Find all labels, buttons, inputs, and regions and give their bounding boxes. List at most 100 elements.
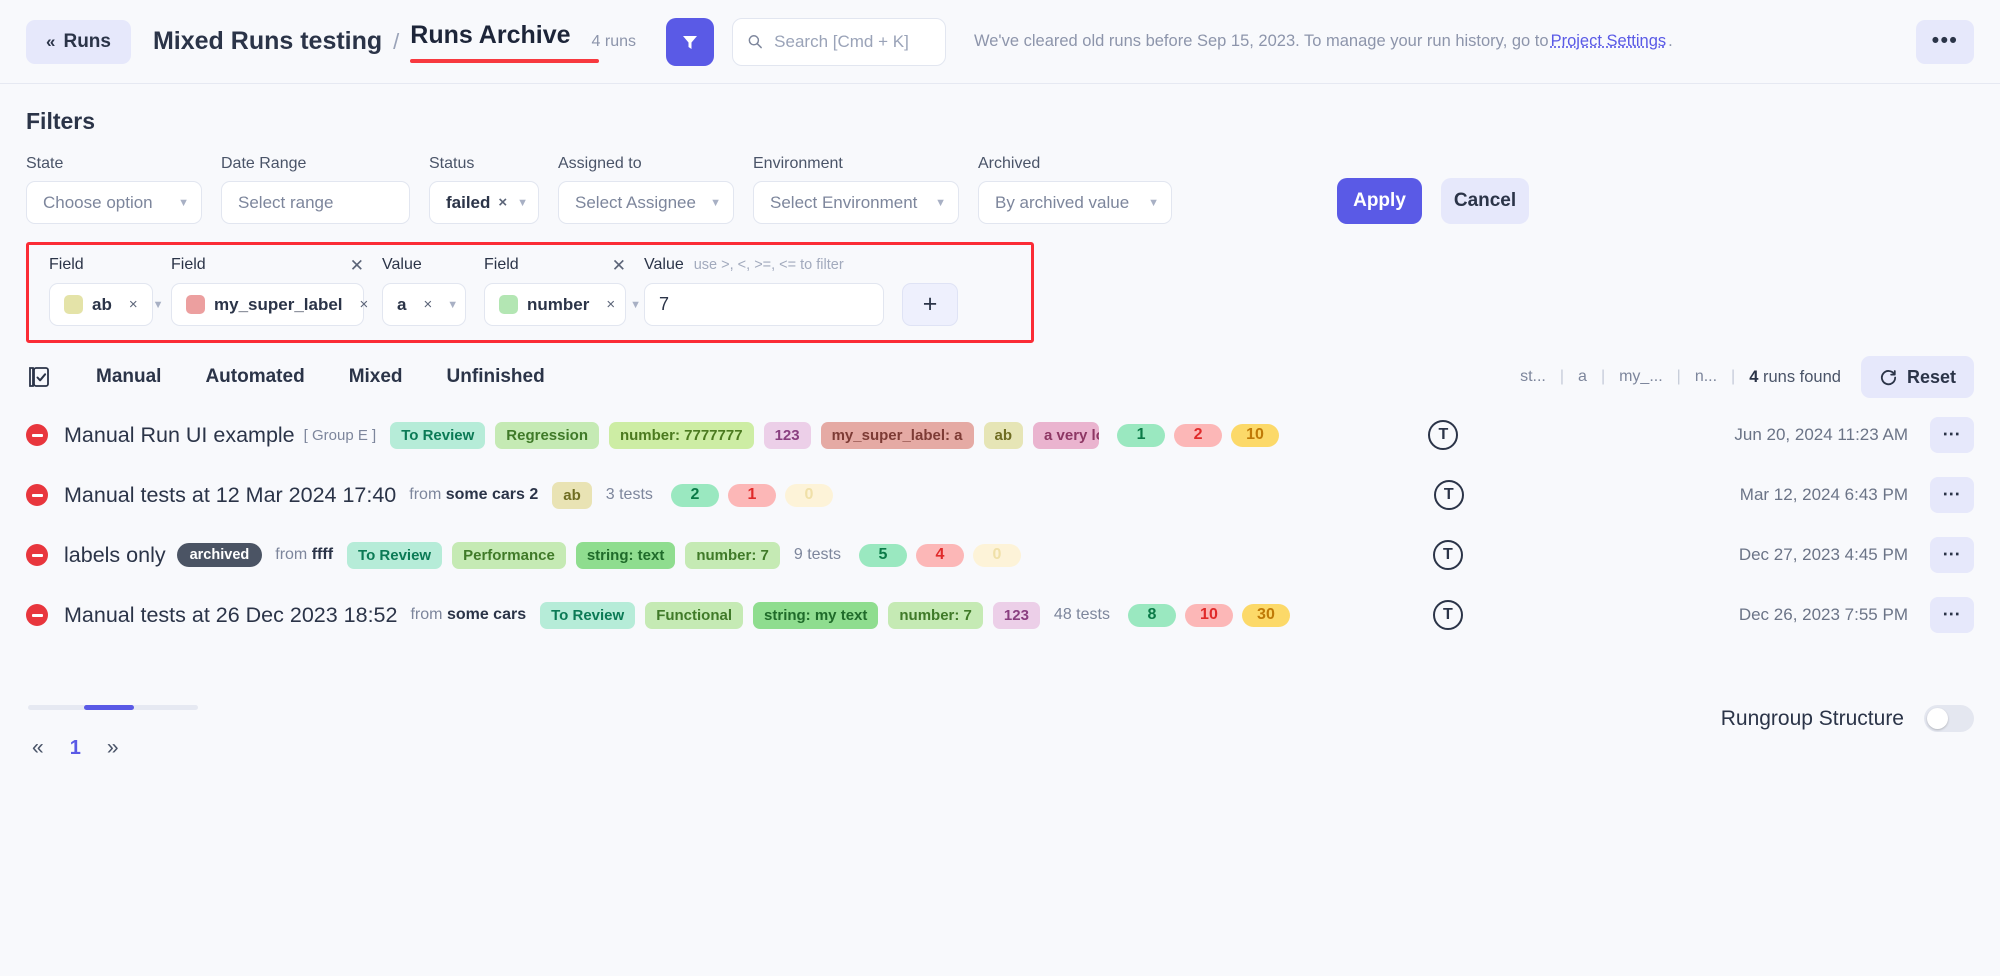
run-row-right: T Jun 20, 2024 11:23 AM ⋯ [1428,417,1974,453]
reset-filters-button[interactable]: Reset [1860,356,1974,398]
label-chip[interactable]: To Review [390,421,486,449]
run-labels: ab [552,481,592,509]
filter-status-select[interactable]: failed × ▼ [429,181,539,224]
runs-tabs-bar: Manual Automated Mixed Unfinished st... … [0,349,2000,405]
tab-manual[interactable]: Manual [74,366,183,388]
custom-filter-0-select[interactable]: ab × ▼ [49,283,164,326]
avatar[interactable]: T [1432,540,1463,570]
run-title[interactable]: labels only [64,543,166,568]
mini-chip-1[interactable]: a [1564,368,1601,386]
label-chip[interactable]: number: 7 [888,601,983,629]
rungroup-structure-toggle[interactable] [1924,705,1974,732]
clear-status-icon[interactable]: × [498,194,507,211]
label-chip[interactable]: a very loooong [1033,421,1100,449]
avatar[interactable]: T [1428,420,1459,450]
label-chip[interactable]: Functional [645,601,744,629]
checklist-icon[interactable] [26,364,52,390]
mini-chip-2[interactable]: my_... [1605,368,1677,386]
custom-filter-1-label: Field [171,256,206,273]
run-status-icon[interactable] [26,604,48,626]
table-row[interactable]: Manual tests at 26 Dec 2023 18:52 from so… [26,585,1974,645]
cancel-button[interactable]: Cancel [1441,178,1529,224]
label-chip[interactable]: string: my text [753,601,879,629]
run-more-button[interactable]: ⋯ [1930,597,1974,633]
run-more-button[interactable]: ⋯ [1930,537,1974,573]
filter-assigned-to: Assigned to Select Assignee ▼ [558,155,734,224]
run-title[interactable]: Manual tests at 12 Mar 2024 17:40 [64,483,396,508]
custom-filter-2-select[interactable]: a × ▼ [382,283,466,326]
label-chip[interactable]: ab [983,421,1024,449]
clear-custom-filter-2-icon[interactable]: × [423,296,432,313]
table-row[interactable]: labels only archived from ffff To Review Per… [26,525,1974,585]
filters-title: Filters [26,108,96,134]
filter-date-range-label: Date Range [221,155,307,172]
label-chip[interactable]: 123 [992,601,1040,629]
table-row[interactable]: Manual Run UI example [ Group E ] To Revie… [26,405,1974,465]
remove-custom-filter-1-icon[interactable]: ✕ [350,257,364,274]
project-settings-link[interactable]: Project Settings [1551,32,1667,51]
search-input[interactable] [774,31,931,52]
label-chip[interactable]: 123 [763,421,811,449]
count-skip: 30 [1241,603,1290,627]
tab-unfinished[interactable]: Unfinished [425,366,567,388]
filter-status: Status failed × ▼ [429,155,539,224]
filter-assigned-to-select[interactable]: Select Assignee ▼ [558,181,734,224]
header-more-button[interactable]: ••• [1916,19,1974,64]
tab-automated[interactable]: Automated [183,366,326,388]
filter-archived-select[interactable]: By archived value ▼ [978,181,1172,224]
clear-custom-filter-3-icon[interactable]: × [606,296,615,313]
run-title[interactable]: Manual Run UI example [64,423,295,448]
label-chip[interactable]: To Review [540,601,636,629]
label-chip[interactable]: number: 7 [685,541,780,569]
filter-environment-select[interactable]: Select Environment ▼ [753,181,959,224]
next-page-button[interactable]: » [107,736,119,760]
filter-date-range-input[interactable]: Select range [221,181,410,224]
tab-mixed[interactable]: Mixed [327,366,425,388]
search-box[interactable] [731,17,946,66]
label-chip[interactable]: my_super_label: a [820,421,974,449]
filter-toggle-button[interactable] [665,17,714,66]
custom-filter-4-input[interactable] [644,283,884,326]
custom-filter-3-label: Field [484,256,519,273]
run-status-icon[interactable] [26,544,48,566]
run-more-button[interactable]: ⋯ [1930,477,1974,513]
label-chip[interactable]: Performance [452,541,566,569]
run-more-button[interactable]: ⋯ [1930,417,1974,453]
scrollbar-thumb[interactable] [84,705,134,710]
chevron-down-icon: ▼ [935,196,946,209]
color-swatch-icon [186,295,205,314]
prev-page-button[interactable]: « [32,736,44,760]
add-custom-filter-button[interactable]: + [902,283,958,326]
count-pass: 8 [1127,603,1176,627]
table-row[interactable]: Manual tests at 12 Mar 2024 17:40 from so… [26,465,1974,525]
run-status-icon[interactable] [26,424,48,446]
label-chip[interactable]: Regression [495,421,599,449]
custom-filter-4: Value use >, <, >=, <= to filter [644,255,884,326]
apply-button[interactable]: Apply [1337,178,1422,224]
label-chip[interactable]: ab [552,481,592,509]
page-number-1[interactable]: 1 [70,737,81,760]
clear-custom-filter-0-icon[interactable]: × [129,296,138,313]
label-chip[interactable]: To Review [347,541,443,569]
avatar[interactable]: T [1433,480,1464,510]
label-chip[interactable]: string: text [575,541,676,569]
custom-filter-0-label: Field [49,256,84,273]
label-chip[interactable]: number: 7777777 [608,421,754,449]
custom-filter-3-value: number [527,294,590,314]
mini-chip-0[interactable]: st... [1506,368,1560,386]
rungroup-structure-label: Rungroup Structure [1720,706,1904,730]
chevron-down-icon: ▼ [517,196,529,209]
breadcrumb-project[interactable]: Mixed Runs testing [153,27,382,56]
run-status-icon[interactable] [26,484,48,506]
clear-custom-filter-1-icon[interactable]: × [360,296,369,313]
avatar[interactable]: T [1432,600,1463,630]
custom-filter-3-select[interactable]: number × ▼ [484,283,641,326]
back-to-runs-button[interactable]: « Runs [26,19,131,64]
filter-state-select[interactable]: Choose option ▼ [26,181,202,224]
custom-filter-1-select[interactable]: my_super_label × ▼ [171,283,394,326]
horizontal-scrollbar[interactable] [28,705,198,710]
mini-chip-3[interactable]: n... [1681,368,1731,386]
run-row-right: T Dec 26, 2023 7:55 PM ⋯ [1432,597,1974,633]
run-title[interactable]: Manual tests at 26 Dec 2023 18:52 [64,603,397,628]
remove-custom-filter-3-icon[interactable]: ✕ [612,257,626,274]
